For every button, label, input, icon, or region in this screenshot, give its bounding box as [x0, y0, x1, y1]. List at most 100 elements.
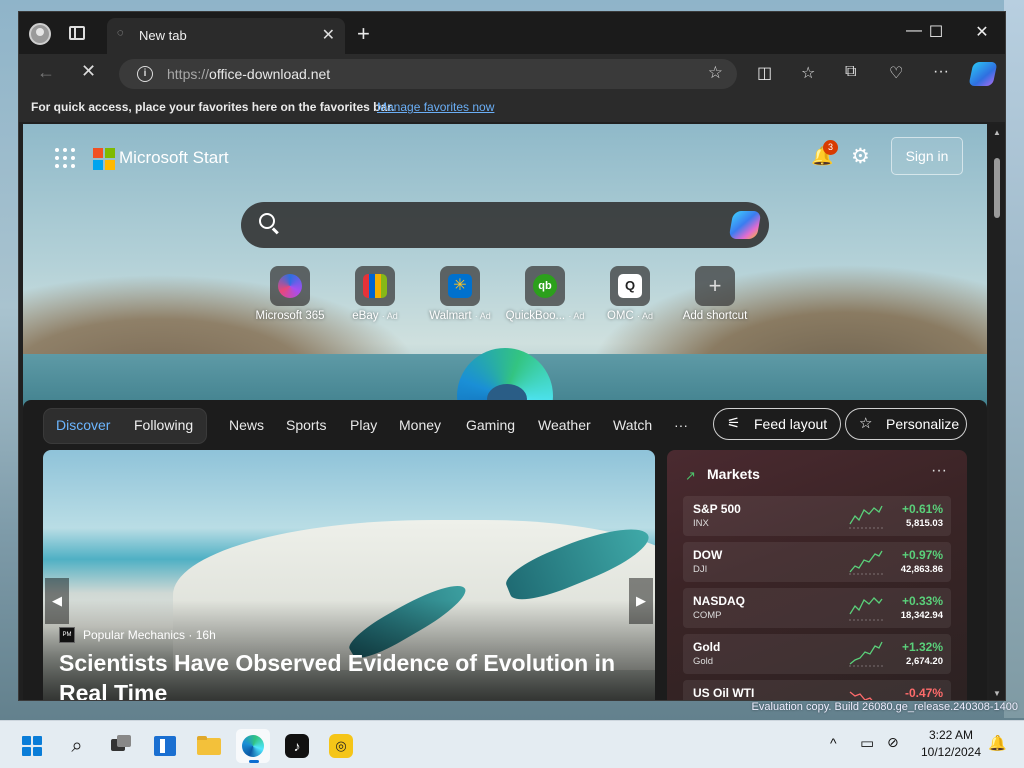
more-menu-icon[interactable]: ··· — [933, 63, 949, 81]
shortcut-omc[interactable]: Q OMC · Ad — [585, 266, 675, 322]
market-value: 18,342.94 — [900, 610, 943, 621]
markets-title[interactable]: Markets — [707, 466, 760, 482]
hero-story-card[interactable]: ◀ ▶ PM Popular Mechanics · 16h Scientist… — [43, 450, 655, 700]
shortcut-walmart[interactable]: ✳ Walmart · Ad — [415, 266, 505, 322]
nav-weather[interactable]: Weather — [538, 417, 591, 433]
collections-icon[interactable]: ⧉ — [845, 63, 856, 81]
split-screen-icon[interactable]: ◫ — [757, 63, 772, 83]
personalize-button[interactable]: ☆ Personalize — [845, 408, 967, 440]
volume-muted-icon[interactable]: ⊘ — [887, 734, 899, 751]
nav-money[interactable]: Money — [399, 417, 441, 433]
feed-tab-group: Discover Following — [43, 408, 207, 444]
address-url[interactable]: https://office-download.net — [167, 66, 330, 82]
copilot-icon[interactable] — [968, 62, 998, 86]
start-button[interactable] — [15, 729, 49, 763]
carousel-prev-icon[interactable]: ◀ — [45, 578, 69, 624]
favorites-icon[interactable]: ☆ — [801, 63, 815, 83]
sparkline-chart — [849, 691, 873, 700]
stop-loading-icon[interactable]: ✕ — [81, 61, 96, 82]
task-view-icon[interactable] — [104, 729, 138, 763]
news-feed: Discover Following News Sports Play Mone… — [23, 400, 987, 700]
market-value: 42,863.86 — [900, 564, 943, 575]
shortcut-quickbooks[interactable]: qb QuickBoo... · Ad — [500, 266, 590, 322]
browser-essentials-icon[interactable]: ♡ — [889, 63, 903, 83]
shortcut-label: Add shortcut — [682, 310, 748, 322]
nav-gaming[interactable]: Gaming — [466, 417, 515, 433]
shortcut-microsoft-365[interactable]: Microsoft 365 — [245, 266, 335, 322]
sparkline-chart — [849, 550, 883, 575]
show-hidden-icons-chevron-icon[interactable]: ^ — [830, 735, 837, 751]
nav-more[interactable]: ··· — [674, 417, 688, 433]
market-row[interactable]: Gold Gold +1.32% 2,674.20 — [683, 634, 951, 674]
app-launcher-icon[interactable] — [55, 148, 75, 168]
clock-time[interactable]: 3:22 AM — [916, 728, 986, 742]
clock-date[interactable]: 10/12/2024 — [916, 745, 986, 759]
scroll-thumb[interactable] — [994, 158, 1000, 218]
nav-play[interactable]: Play — [350, 417, 377, 433]
market-change: +1.32% — [901, 640, 943, 654]
story-headline[interactable]: Scientists Have Observed Evidence of Evo… — [59, 648, 639, 700]
nav-sports[interactable]: Sports — [286, 417, 326, 433]
app-yellow-icon[interactable]: ◎ — [324, 729, 358, 763]
market-row[interactable]: NASDAQ COMP +0.33% 18,342.94 — [683, 588, 951, 628]
copilot-search-icon[interactable] — [728, 211, 762, 239]
address-bar[interactable]: i https://office-download.net ☆ — [119, 59, 737, 89]
ad-tag: · Ad — [474, 311, 491, 321]
feed-layout-label: Feed layout — [754, 416, 828, 432]
sign-in-button[interactable]: Sign in — [891, 137, 963, 175]
profile-avatar[interactable] — [29, 23, 51, 45]
new-tab-plus-icon[interactable]: + — [357, 21, 370, 47]
notification-badge: 3 — [823, 140, 838, 155]
story-age: · 16h — [188, 628, 216, 642]
market-row[interactable]: US Oil WTI -0.47% — [683, 680, 951, 700]
feed-layout-button[interactable]: ⚟ Feed layout — [713, 408, 841, 440]
notification-bell-icon[interactable]: 🔔 — [988, 734, 1007, 752]
search-taskbar-icon[interactable]: ⌕ — [60, 729, 94, 763]
desktop-edge — [1004, 0, 1024, 718]
market-value: 5,815.03 — [906, 518, 943, 529]
market-symbol: DJI — [693, 564, 708, 575]
tab-discover[interactable]: Discover — [56, 417, 110, 433]
settings-gear-icon[interactable]: ⚙ — [851, 144, 870, 169]
edge-taskbar-icon[interactable] — [236, 729, 270, 763]
nav-watch[interactable]: Watch — [613, 417, 652, 433]
sparkle-star-icon: ☆ — [859, 415, 873, 432]
sparkline-chart — [849, 505, 883, 529]
scroll-down-icon[interactable]: ▼ — [993, 689, 1001, 698]
search-box[interactable] — [241, 202, 769, 248]
market-row[interactable]: DOW DJI +0.97% 42,863.86 — [683, 542, 951, 582]
maximize-icon[interactable]: ☐ — [913, 22, 959, 42]
tab-close-icon[interactable]: ✕ — [322, 25, 335, 45]
widgets-icon[interactable] — [148, 729, 182, 763]
file-explorer-icon[interactable] — [192, 729, 226, 763]
nav-news[interactable]: News — [229, 417, 264, 433]
shortcut-add[interactable]: + Add shortcut — [670, 266, 760, 322]
brand-title[interactable]: Microsoft Start — [119, 148, 229, 168]
new-tab-page: Microsoft Start 🔔 3 ⚙ Sign in Microsoft … — [23, 124, 987, 700]
tab-actions-icon[interactable] — [69, 26, 85, 40]
scroll-up-icon[interactable]: ▲ — [993, 128, 1001, 137]
close-window-icon[interactable]: ✕ — [959, 22, 1005, 42]
trend-up-icon: ↗ — [685, 468, 696, 483]
microsoft-logo-icon — [93, 148, 115, 170]
back-arrow-icon[interactable]: ← — [37, 62, 55, 83]
shortcut-label: OMC — [606, 310, 634, 322]
markets-more-icon[interactable]: ··· — [931, 462, 947, 480]
tab-new-tab[interactable]: ◌ New tab ✕ — [107, 18, 345, 54]
manage-favorites-link[interactable]: Manage favorites now — [377, 100, 494, 114]
market-symbol: Gold — [693, 656, 714, 667]
site-info-icon[interactable]: i — [137, 66, 153, 82]
personalize-label: Personalize — [886, 416, 960, 432]
loading-favicon-icon: ◌ — [117, 27, 124, 39]
market-name: NASDAQ — [693, 594, 746, 608]
carousel-next-icon[interactable]: ▶ — [629, 578, 653, 624]
evaluation-watermark: Evaluation copy. Build 26080.ge_release.… — [751, 701, 1018, 713]
tab-following[interactable]: Following — [134, 417, 193, 433]
page-scrollbar[interactable]: ▲ ▼ — [989, 124, 1005, 700]
shortcut-ebay[interactable]: eBay · Ad — [330, 266, 420, 322]
tiktok-icon[interactable]: ♪ — [280, 729, 314, 763]
market-row[interactable]: S&P 500 INX +0.61% 5,815.03 — [683, 496, 951, 536]
network-icon[interactable]: ▭ — [860, 734, 874, 752]
market-name: US Oil WTI — [693, 686, 755, 700]
favorite-star-icon[interactable]: ☆ — [708, 63, 723, 83]
